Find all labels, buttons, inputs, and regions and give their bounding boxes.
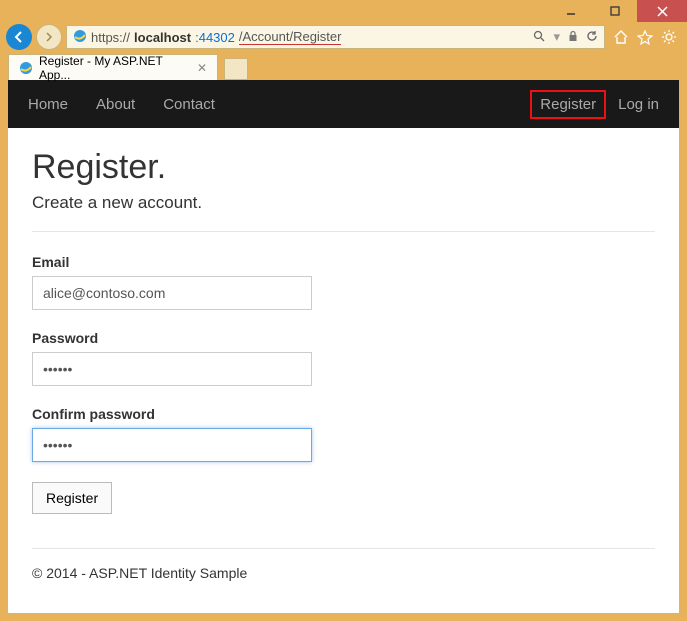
page-heading: Register.	[32, 148, 655, 187]
browser-tabbar: Register - My ASP.NET App... ✕	[0, 52, 687, 80]
page-subtitle: Create a new account.	[32, 193, 655, 213]
tab-close-icon[interactable]: ✕	[197, 61, 207, 75]
divider	[32, 231, 655, 232]
lock-icon[interactable]	[568, 30, 578, 45]
url-host: localhost	[134, 30, 191, 45]
password-input[interactable]	[32, 352, 312, 386]
ie-favicon-icon	[19, 61, 33, 75]
home-icon[interactable]	[613, 29, 629, 45]
window-titlebar	[0, 0, 687, 22]
email-input[interactable]	[32, 276, 312, 310]
separator: ▾	[553, 29, 560, 45]
nav-home[interactable]: Home	[28, 96, 68, 113]
maximize-button[interactable]	[593, 0, 637, 22]
confirm-password-label: Confirm password	[32, 406, 655, 422]
minimize-button[interactable]	[549, 0, 593, 22]
url-port: :44302	[195, 30, 235, 45]
nav-login[interactable]: Log in	[618, 96, 659, 113]
new-tab-button[interactable]	[224, 58, 248, 80]
ie-icon	[73, 29, 87, 46]
email-label: Email	[32, 254, 655, 270]
nav-contact[interactable]: Contact	[163, 96, 215, 113]
password-label: Password	[32, 330, 655, 346]
nav-about[interactable]: About	[96, 96, 135, 113]
url-protocol: https://	[91, 30, 130, 45]
site-navbar: Home About Contact Register Log in	[8, 80, 679, 128]
page-footer: © 2014 - ASP.NET Identity Sample	[32, 548, 655, 581]
nav-register[interactable]: Register	[530, 90, 606, 119]
address-bar-actions: ▾	[533, 29, 598, 45]
address-bar[interactable]: https:// localhost :44302/Account/Register…	[66, 25, 605, 49]
url-path: /Account/Register	[239, 29, 342, 45]
browser-tab[interactable]: Register - My ASP.NET App... ✕	[8, 54, 218, 80]
search-icon[interactable]	[533, 30, 545, 45]
close-button[interactable]	[637, 0, 687, 22]
forward-button[interactable]	[36, 24, 62, 50]
register-button[interactable]: Register	[32, 482, 112, 514]
confirm-password-input[interactable]	[32, 428, 312, 462]
page-content: Home About Contact Register Log in Regis…	[8, 80, 679, 613]
back-button[interactable]	[6, 24, 32, 50]
favorites-icon[interactable]	[637, 29, 653, 45]
tab-title: Register - My ASP.NET App...	[39, 54, 191, 82]
settings-icon[interactable]	[661, 29, 677, 45]
refresh-icon[interactable]	[586, 30, 598, 45]
browser-toolbar: https:// localhost :44302/Account/Register…	[0, 22, 687, 52]
